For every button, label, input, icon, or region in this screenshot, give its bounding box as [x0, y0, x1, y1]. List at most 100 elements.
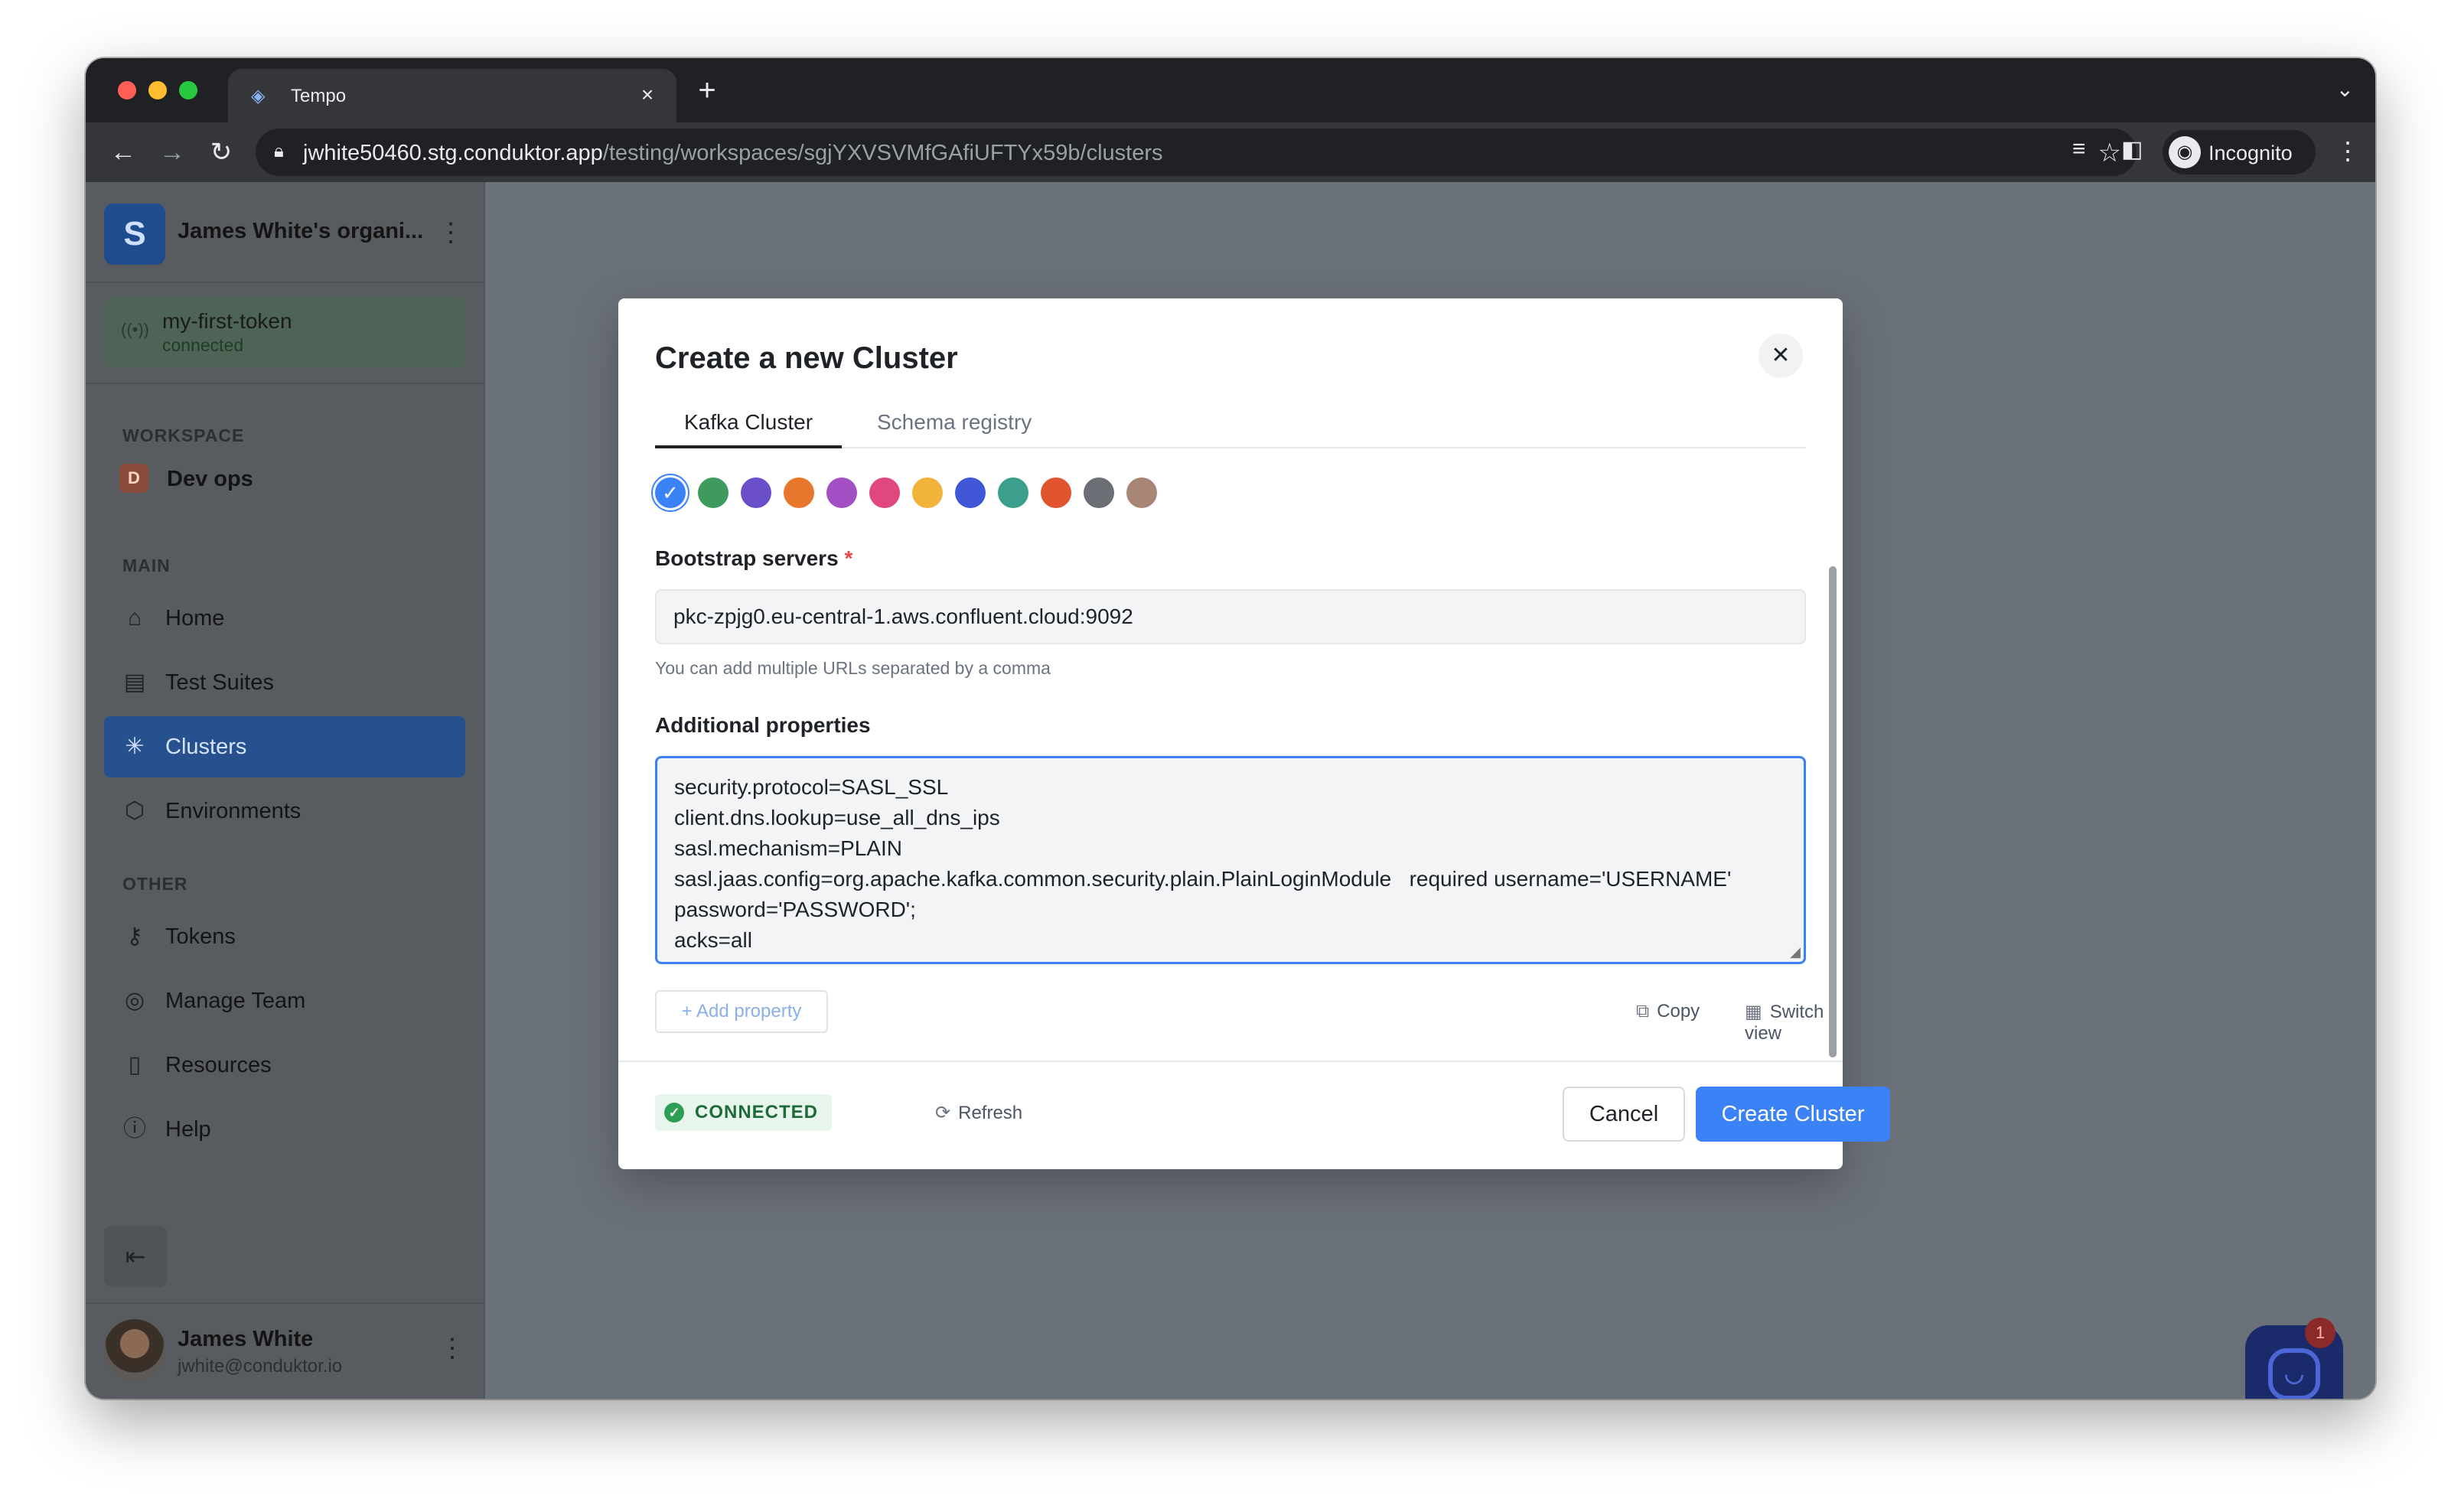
user-profile[interactable]: James White jwhite@conduktor.io ⋮ — [104, 1319, 465, 1383]
color-swatch[interactable] — [998, 477, 1028, 508]
refresh-button[interactable]: ⟳ Refresh — [935, 1102, 1022, 1124]
color-swatch[interactable] — [1126, 477, 1157, 508]
lock-icon: 🔒︎ — [274, 141, 284, 161]
tab-bar: ◈ Tempo × + ⌄ — [86, 58, 2375, 122]
tab-search-chevron-icon[interactable]: ⌄ — [2336, 77, 2354, 102]
browser-menu-icon[interactable]: ⋮ — [2336, 136, 2360, 165]
side-panel-icon[interactable]: ◧ — [2121, 136, 2143, 163]
modal-scrollbar[interactable] — [1829, 566, 1837, 1057]
collapse-sidebar-button[interactable]: ⇤ — [104, 1226, 167, 1287]
color-swatch[interactable] — [869, 477, 900, 508]
org-more-icon[interactable]: ⋮ — [438, 217, 464, 248]
table-icon: ▦ — [1745, 1002, 1762, 1022]
token-status-card[interactable]: ((•)) my-first-token connected — [104, 297, 465, 367]
sidebar-item-label: Clusters — [165, 735, 247, 759]
address-bar[interactable]: 🔒︎ jwhite50460.stg.conduktor.app/testing… — [256, 129, 2137, 176]
add-property-button[interactable]: + Add property — [655, 990, 828, 1033]
switch-view-button[interactable]: ▦ Switch view — [1745, 1001, 1843, 1044]
workspace-selector[interactable]: D Dev ops — [119, 459, 448, 497]
book-icon: ▯ — [128, 1052, 142, 1077]
modal-title: Create a new Cluster — [655, 341, 958, 375]
org-switcher[interactable]: S James White's organi... ⋮ — [104, 204, 464, 265]
create-cluster-modal: Create a new Cluster ✕ Kafka Cluster Sch… — [618, 298, 1890, 1169]
maximize-window-button[interactable] — [179, 81, 197, 99]
divider — [86, 1302, 484, 1304]
color-swatch[interactable] — [698, 477, 729, 508]
forward-arrow-icon[interactable]: → — [155, 135, 190, 170]
signal-icon: ((•)) — [121, 320, 150, 339]
sidebar-item-label: Manage Team — [165, 989, 306, 1013]
color-swatch[interactable]: ✓ — [655, 477, 686, 508]
minimize-window-button[interactable] — [148, 81, 167, 99]
incognito-label: Incognito — [2208, 142, 2293, 165]
color-swatch[interactable] — [784, 477, 814, 508]
token-name: my-first-token — [162, 309, 292, 333]
divider — [86, 282, 484, 283]
additional-properties-textarea[interactable]: security.protocol=SASL_SSL client.dns.lo… — [655, 756, 1806, 964]
property-line: sasl.mechanism=PLAIN — [674, 836, 903, 860]
media-queue-icon[interactable]: ≡ — [2072, 136, 2086, 162]
close-window-button[interactable] — [118, 81, 136, 99]
reload-icon[interactable]: ↻ — [204, 135, 239, 170]
incognito-profile-button[interactable]: ◉ Incognito — [2163, 130, 2316, 174]
resize-handle-icon[interactable]: ◢ — [1790, 944, 1801, 960]
sidebar-item-resources[interactable]: ▯ Resources — [104, 1035, 465, 1096]
tab-schema-registry[interactable]: Schema registry — [877, 406, 1032, 448]
org-name: James White's organi... — [178, 219, 424, 243]
color-swatch[interactable] — [741, 477, 771, 508]
user-more-icon[interactable]: ⋮ — [439, 1333, 465, 1364]
sidebar-item-tokens[interactable]: ⚷ Tokens — [104, 906, 465, 967]
browser-window: ◈ Tempo × + ⌄ ← → ↻ 🔒︎ jwhite50460.stg.c… — [86, 58, 2375, 1399]
property-line: acks=all — [674, 928, 752, 952]
property-line: client.dns.lookup=use_all_dns_ips — [674, 806, 1000, 829]
notification-badge: 1 — [2305, 1318, 2336, 1348]
bookmark-star-icon[interactable]: ☆ — [2098, 138, 2121, 168]
avatar — [104, 1319, 165, 1380]
sidebar-item-test-suites[interactable]: ▤ Test Suites — [104, 652, 465, 713]
color-swatch[interactable] — [1041, 477, 1071, 508]
browser-tab[interactable]: ◈ Tempo × — [228, 69, 676, 122]
create-cluster-button[interactable]: Create Cluster — [1696, 1087, 1890, 1142]
property-line: sasl.jaas.config=org.apache.kafka.common… — [674, 867, 1732, 891]
sidebar-item-label: Tokens — [165, 924, 236, 949]
main-section-label: MAIN — [122, 556, 171, 575]
workspace-label: Dev ops — [167, 467, 253, 491]
key-icon: ⚷ — [126, 924, 143, 949]
tab-close-icon[interactable]: × — [634, 81, 661, 109]
sidebar-item-label: Test Suites — [165, 670, 274, 695]
check-circle-icon: ✓ — [664, 1103, 684, 1123]
copy-icon: ⧉ — [1636, 1001, 1650, 1022]
bootstrap-servers-input[interactable]: pkc-zpjg0.eu-central-1.aws.confluent.clo… — [655, 589, 1806, 644]
divider — [618, 1061, 1843, 1062]
user-name: James White — [178, 1327, 314, 1351]
sidebar-item-environments[interactable]: ⬡ Environments — [104, 780, 465, 842]
color-swatch[interactable] — [955, 477, 986, 508]
info-icon: ⓘ — [123, 1116, 146, 1142]
user-email: jwhite@conduktor.io — [178, 1356, 343, 1377]
back-arrow-icon[interactable]: ← — [106, 135, 141, 170]
color-swatch[interactable] — [1084, 477, 1114, 508]
sidebar-item-help[interactable]: ⓘ Help — [104, 1099, 465, 1160]
cube-icon: ⬡ — [124, 798, 145, 823]
other-section-label: OTHER — [122, 874, 188, 894]
sidebar-item-label: Home — [165, 606, 225, 631]
cancel-button[interactable]: Cancel — [1563, 1087, 1685, 1142]
color-swatch[interactable] — [912, 477, 943, 508]
copy-button[interactable]: ⧉ Copy — [1636, 1001, 1700, 1022]
new-tab-button[interactable]: + — [690, 73, 724, 107]
additional-properties-label: Additional properties — [655, 713, 871, 737]
close-icon[interactable]: ✕ — [1759, 334, 1803, 378]
workspace-badge: D — [119, 464, 148, 493]
sidebar-item-home[interactable]: ⌂ Home — [104, 588, 465, 649]
sidebar-item-clusters[interactable]: ✳ Clusters — [104, 716, 465, 777]
tempo-favicon-icon: ◈ — [251, 86, 266, 106]
chat-icon: ◡ — [2268, 1348, 2320, 1399]
modal-tabs: Kafka Cluster Schema registry — [655, 406, 1806, 448]
asterisk-icon: ✳ — [125, 734, 145, 759]
tab-kafka-cluster[interactable]: Kafka Cluster — [655, 406, 842, 448]
url-text: jwhite50460.stg.conduktor.app/testing/wo… — [303, 141, 1163, 165]
sidebar-item-label: Environments — [165, 799, 302, 823]
sidebar-item-manage-team[interactable]: ◎ Manage Team — [104, 970, 465, 1031]
document-icon: ▤ — [123, 670, 146, 695]
color-swatch[interactable] — [826, 477, 857, 508]
